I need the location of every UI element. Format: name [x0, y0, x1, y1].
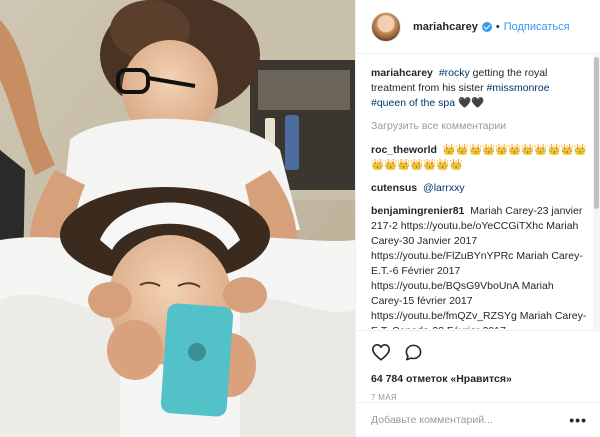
comment-bubble-icon[interactable] — [404, 343, 423, 362]
more-options-icon[interactable]: ••• — [569, 413, 587, 427]
mention-link[interactable]: @larrxxy — [423, 182, 465, 194]
verified-badge-icon — [481, 21, 492, 32]
add-comment-bar: ••• — [356, 402, 600, 437]
comment-text: Mariah Carey-23 janvier 217-2 https://yo… — [371, 205, 587, 329]
hashtag-link[interactable]: #missmonroe — [487, 82, 550, 94]
comment-input[interactable] — [371, 414, 570, 426]
comment-item: roc_theworld 👑👑👑👑👑👑👑👑👑👑👑👑👑👑👑👑👑👑 — [371, 143, 587, 173]
caption-username[interactable]: mariahcarey — [371, 67, 433, 79]
comment-username[interactable]: benjamingrenier81 — [371, 205, 464, 217]
post-date[interactable]: 7 мая — [371, 393, 587, 402]
scrollbar-thumb[interactable] — [594, 57, 599, 209]
post-header: mariahcarey • Подписаться — [356, 0, 600, 54]
comment-item: benjamingrenier81 Mariah Carey-23 janvie… — [371, 204, 587, 329]
post-photo[interactable] — [0, 0, 355, 437]
hashtag-link[interactable]: #queen of the spa — [371, 97, 455, 109]
caption: mariahcarey #rocky getting the royal tre… — [371, 66, 587, 111]
comments-scrollbar[interactable] — [593, 55, 600, 329]
instagram-post: mariahcarey • Подписаться mariahcarey #r… — [0, 0, 600, 437]
hashtag-link[interactable]: #rocky — [439, 67, 470, 79]
load-more-comments-link[interactable]: Загрузить все комментарии — [371, 119, 587, 134]
comments-list[interactable]: mariahcarey #rocky getting the royal tre… — [356, 55, 600, 329]
post-sidebar: mariahcarey • Подписаться mariahcarey #r… — [355, 0, 600, 437]
photo-illustration — [0, 0, 355, 437]
comment-username[interactable]: cutensus — [371, 182, 417, 194]
separator-dot: • — [495, 20, 500, 33]
follow-button[interactable]: Подписаться — [504, 21, 570, 33]
comment-username[interactable]: roc_theworld — [371, 144, 437, 156]
profile-avatar-icon[interactable] — [371, 11, 401, 42]
action-icons — [371, 341, 587, 363]
username-link[interactable]: mariahcarey — [413, 21, 478, 33]
likes-count[interactable]: 64 784 отметок «Нравится» — [371, 373, 587, 385]
comment-item: cutensus @larrxxy — [371, 181, 587, 196]
heart-icon[interactable] — [371, 343, 391, 361]
caption-emoji: 🖤🖤 — [455, 97, 485, 109]
